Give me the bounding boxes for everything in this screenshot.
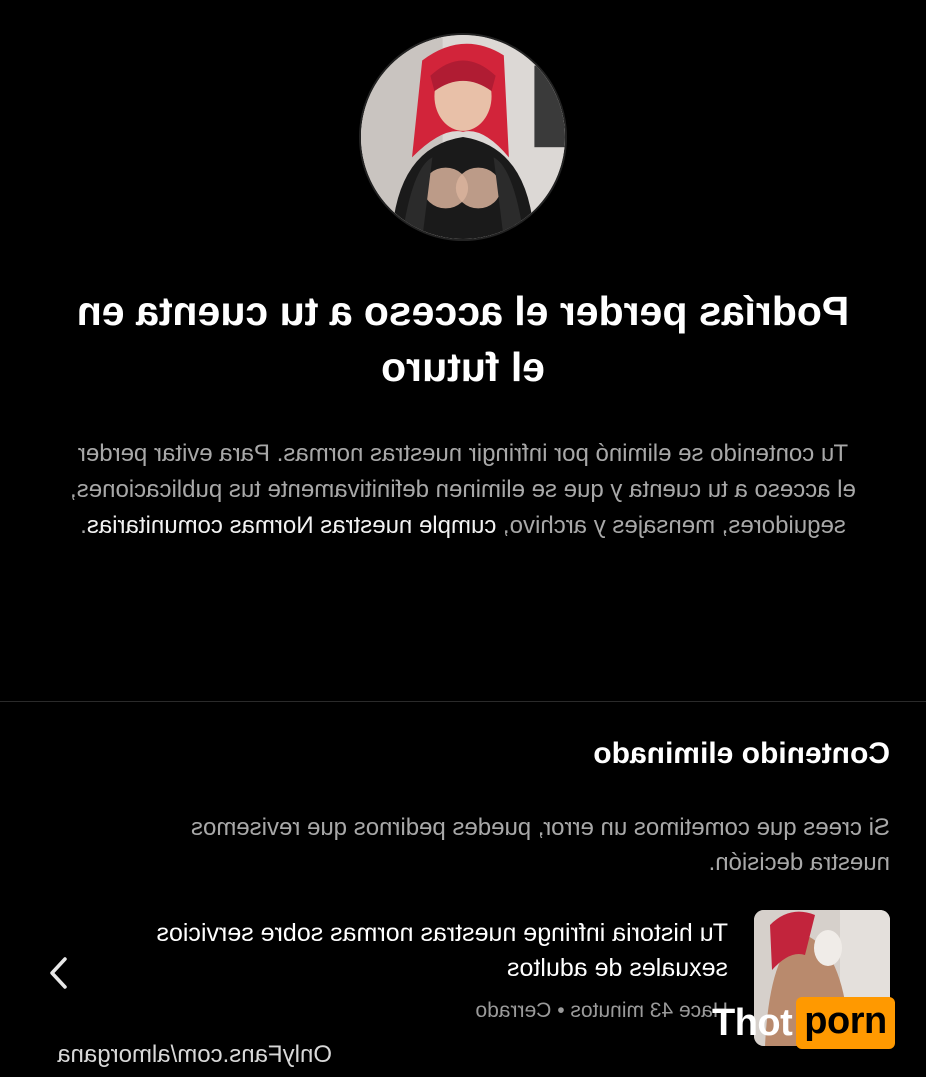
chevron-right-icon[interactable] [44, 953, 74, 993]
screen: Podrías perder el acceso a tu cuenta en … [0, 0, 926, 1077]
section-divider [0, 701, 926, 702]
story-violation-meta: Hace 43 minutos • Cerrado [475, 997, 728, 1025]
watermark-logo-badge: porn [796, 997, 895, 1049]
removed-content-heading: Contenido eliminado [593, 737, 890, 770]
warning-body-end: . [80, 512, 87, 539]
watermark-url: OnlyFans.com/almorgana [57, 1041, 332, 1068]
warning-title: Podrías perder el acceso a tu cuenta en … [76, 288, 850, 390]
avatar-photo [361, 35, 565, 239]
story-violation-title: Tu historia infringe nuestras normas sob… [156, 919, 728, 982]
meta-separator: • [557, 999, 565, 1022]
story-time: Hace 43 minutos [570, 999, 728, 1022]
mirrored-content: Podrías perder el acceso a tu cuenta en … [0, 0, 926, 1077]
removed-content-description: Si crees que cometimos un error, puedes … [190, 814, 890, 876]
profile-avatar [359, 33, 567, 241]
warning-body: Tu contenido se eliminó por infringir nu… [70, 436, 856, 544]
watermark-logo: Thot porn [712, 997, 895, 1049]
story-status: Cerrado [475, 999, 552, 1022]
watermark-logo-text: Thot [712, 1002, 793, 1044]
community-guidelines-link[interactable]: cumple nuestras Normas comunitarias [87, 512, 497, 539]
